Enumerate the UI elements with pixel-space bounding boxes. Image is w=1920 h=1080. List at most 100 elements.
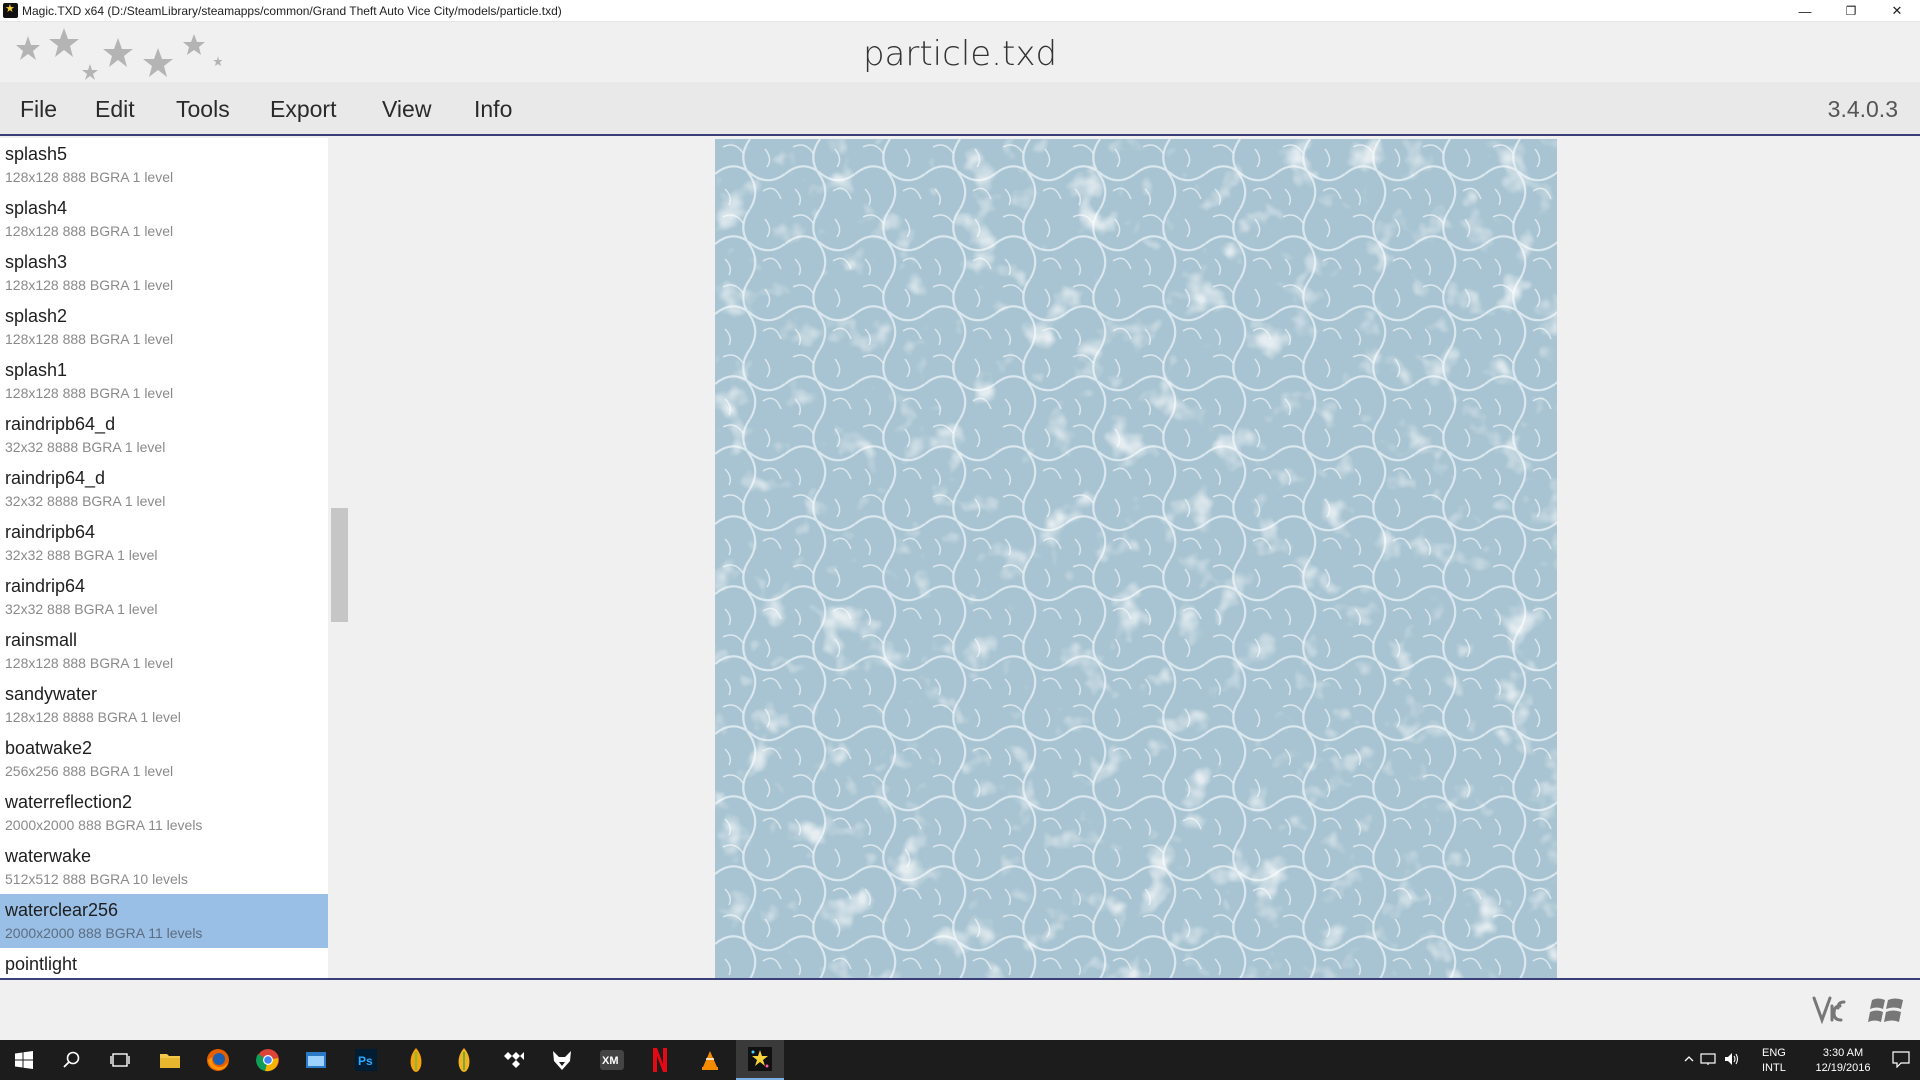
windows-taskbar: Ps XM ENG INTL 3:30 AM 12/19/2016 bbox=[0, 1040, 1920, 1080]
texture-info: 2000x2000 888 BGRA 11 levels bbox=[5, 817, 203, 833]
system-tray: ENG INTL 3:30 AM 12/19/2016 bbox=[1680, 1040, 1920, 1080]
restore-button[interactable]: ❐ bbox=[1828, 0, 1874, 22]
menu-info[interactable]: Info bbox=[474, 96, 512, 123]
xm-icon[interactable]: XM bbox=[588, 1040, 636, 1080]
magic-txd-icon[interactable] bbox=[736, 1040, 784, 1080]
window-titlebar: Magic.TXD x64 (D:/SteamLibrary/steamapps… bbox=[0, 0, 1920, 22]
fl-studio-icon[interactable] bbox=[392, 1040, 440, 1080]
texture-list-item[interactable]: pointlight bbox=[0, 948, 328, 978]
menu-file[interactable]: File bbox=[20, 96, 57, 123]
texture-name: raindrip64 bbox=[5, 576, 86, 596]
texture-name: sandywater bbox=[5, 684, 98, 704]
action-center-icon[interactable] bbox=[1892, 1050, 1910, 1068]
texture-info: 128x128 888 BGRA 1 level bbox=[5, 277, 174, 293]
clock[interactable]: 3:30 AM 12/19/2016 bbox=[1804, 1046, 1882, 1076]
fl-studio-icon-2[interactable] bbox=[440, 1040, 488, 1080]
language-code: ENG bbox=[1762, 1047, 1786, 1059]
texture-info: 32x32 888 BGRA 1 level bbox=[5, 601, 158, 617]
language-indicator[interactable]: ENG INTL bbox=[1762, 1046, 1786, 1076]
texture-list-item[interactable]: raindrip64_d 32x32 8888 BGRA 1 level bbox=[0, 462, 328, 516]
network-icon[interactable] bbox=[1700, 1052, 1718, 1066]
photoshop-label: Ps bbox=[358, 1054, 373, 1068]
texture-list-item-selected[interactable]: waterclear256 2000x2000 888 BGRA 11 leve… bbox=[0, 894, 328, 948]
texture-info: 2000x2000 888 BGRA 11 levels bbox=[5, 925, 203, 941]
file-explorer-icon[interactable] bbox=[146, 1040, 194, 1080]
texture-list[interactable]: splash5 128x128 888 BGRA 1 level splash4… bbox=[0, 138, 328, 978]
texture-info: 32x32 888 BGRA 1 level bbox=[5, 547, 158, 563]
texture-list-item[interactable]: waterreflection2 2000x2000 888 BGRA 11 l… bbox=[0, 786, 328, 840]
preview-area bbox=[351, 138, 1920, 978]
texture-info: 32x32 8888 BGRA 1 level bbox=[5, 439, 166, 455]
texture-info: 128x128 888 BGRA 1 level bbox=[5, 169, 174, 185]
volume-icon[interactable] bbox=[1724, 1052, 1740, 1066]
clock-date: 12/19/2016 bbox=[1815, 1062, 1871, 1074]
fox-head-icon[interactable] bbox=[538, 1040, 586, 1080]
vlc-icon[interactable] bbox=[686, 1040, 734, 1080]
menu-export[interactable]: Export bbox=[270, 96, 336, 123]
texture-list-item[interactable]: rainsmall 128x128 888 BGRA 1 level bbox=[0, 624, 328, 678]
texture-name: splash5 bbox=[5, 144, 68, 164]
texture-name: splash3 bbox=[5, 252, 68, 272]
xm-label: XM bbox=[602, 1055, 619, 1067]
texture-info: 128x128 8888 BGRA 1 level bbox=[5, 709, 181, 725]
texture-list-scrollbar[interactable] bbox=[328, 138, 351, 978]
file-title: particle.txd bbox=[862, 34, 1058, 74]
texture-list-item[interactable]: boatwake2 256x256 888 BGRA 1 level bbox=[0, 732, 328, 786]
search-icon[interactable] bbox=[48, 1040, 96, 1080]
clock-time: 3:30 AM bbox=[1822, 1047, 1864, 1059]
texture-name: splash4 bbox=[5, 198, 68, 218]
chrome-icon[interactable] bbox=[244, 1040, 292, 1080]
status-bar bbox=[0, 980, 1920, 1040]
menu-edit[interactable]: Edit bbox=[95, 96, 135, 123]
magic-txd-app-icon bbox=[3, 2, 18, 18]
texture-name: waterclear256 bbox=[5, 900, 119, 920]
texture-name: raindripb64 bbox=[5, 522, 96, 542]
texture-list-item[interactable]: splash4 128x128 888 BGRA 1 level bbox=[0, 192, 328, 246]
texture-info: 128x128 888 BGRA 1 level bbox=[5, 385, 174, 401]
texture-name: splash1 bbox=[5, 360, 68, 380]
photoshop-icon[interactable]: Ps bbox=[342, 1040, 390, 1080]
texture-preview-image bbox=[715, 139, 1557, 978]
header-band: particle.txd bbox=[0, 22, 1920, 82]
texture-name: rainsmall bbox=[5, 630, 78, 650]
texture-info: 128x128 888 BGRA 1 level bbox=[5, 331, 174, 347]
texture-list-item[interactable]: raindripb64_d 32x32 8888 BGRA 1 level bbox=[0, 408, 328, 462]
texture-name: raindrip64_d bbox=[5, 468, 106, 488]
texture-name: raindripb64_d bbox=[5, 414, 116, 434]
scrollbar-thumb[interactable] bbox=[331, 508, 348, 622]
texture-info: 128x128 888 BGRA 1 level bbox=[5, 655, 174, 671]
windows-platform-icon bbox=[1868, 998, 1903, 1022]
texture-info: 128x128 888 BGRA 1 level bbox=[5, 223, 174, 239]
show-hidden-icons-icon[interactable] bbox=[1684, 1054, 1694, 1064]
task-view-icon[interactable] bbox=[96, 1040, 144, 1080]
window-title: Magic.TXD x64 (D:/SteamLibrary/steamapps… bbox=[22, 4, 562, 18]
texture-list-item[interactable]: raindrip64 32x32 888 BGRA 1 level bbox=[0, 570, 328, 624]
menu-bar: File Edit Tools Export View Info 3.4.0.3 bbox=[0, 82, 1920, 136]
close-button[interactable]: ✕ bbox=[1874, 0, 1920, 22]
texture-name: splash2 bbox=[5, 306, 68, 326]
texture-list-item[interactable]: splash3 128x128 888 BGRA 1 level bbox=[0, 246, 328, 300]
texture-list-item[interactable]: raindripb64 32x32 888 BGRA 1 level bbox=[0, 516, 328, 570]
texture-info: 32x32 8888 BGRA 1 level bbox=[5, 493, 166, 509]
texture-name: boatwake2 bbox=[5, 738, 93, 758]
texture-list-item[interactable]: splash5 128x128 888 BGRA 1 level bbox=[0, 138, 328, 192]
netflix-icon[interactable] bbox=[636, 1040, 684, 1080]
texture-list-item[interactable]: sandywater 128x128 8888 BGRA 1 level bbox=[0, 678, 328, 732]
minimize-button[interactable]: — bbox=[1782, 0, 1828, 22]
texture-name: waterreflection2 bbox=[5, 792, 133, 812]
keyboard-layout: INTL bbox=[1762, 1062, 1786, 1074]
version-label: 3.4.0.3 bbox=[1827, 96, 1898, 122]
tidal-icon[interactable] bbox=[490, 1040, 538, 1080]
windows-start-icon[interactable] bbox=[0, 1040, 48, 1080]
menu-tools[interactable]: Tools bbox=[176, 96, 230, 123]
texture-name: pointlight bbox=[5, 954, 78, 974]
texture-list-item[interactable]: splash1 128x128 888 BGRA 1 level bbox=[0, 354, 328, 408]
firefox-icon[interactable] bbox=[194, 1040, 242, 1080]
texture-list-item[interactable]: splash2 128x128 888 BGRA 1 level bbox=[0, 300, 328, 354]
window-app-icon[interactable] bbox=[292, 1040, 340, 1080]
texture-list-item[interactable]: waterwake 512x512 888 BGRA 10 levels bbox=[0, 840, 328, 894]
texture-name: waterwake bbox=[5, 846, 92, 866]
texture-info: 512x512 888 BGRA 10 levels bbox=[5, 871, 188, 887]
vice-city-game-icon bbox=[1812, 996, 1846, 1025]
menu-view[interactable]: View bbox=[382, 96, 431, 123]
